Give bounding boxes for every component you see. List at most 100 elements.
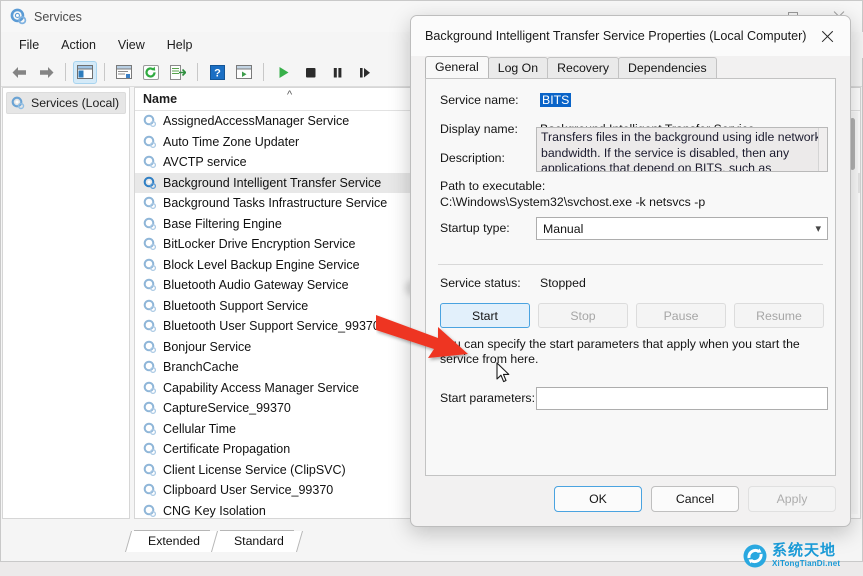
path-value-row: C:\Windows\System32\svchost.exe -k netsv… bbox=[440, 195, 705, 209]
service-gear-icon bbox=[143, 360, 157, 374]
dialog-titlebar: Background Intelligent Transfer Service … bbox=[411, 16, 850, 56]
apply-button: Apply bbox=[748, 486, 836, 512]
export-list-button[interactable] bbox=[166, 61, 190, 84]
stop-service-button[interactable] bbox=[298, 61, 322, 84]
services-window-title: Services bbox=[34, 10, 82, 24]
menu-view[interactable]: View bbox=[108, 35, 155, 55]
service-gear-icon bbox=[143, 463, 157, 477]
service-name-cell: CNG Key Isolation bbox=[163, 504, 266, 518]
services-gear-icon bbox=[10, 8, 27, 25]
svg-text:?: ? bbox=[214, 67, 221, 79]
service-gear-icon bbox=[143, 381, 157, 395]
service-name-cell: AVCTP service bbox=[163, 155, 247, 169]
service-gear-icon bbox=[143, 422, 157, 436]
service-name-cell: Bluetooth Support Service bbox=[163, 299, 308, 313]
toolbar-separator bbox=[104, 63, 105, 81]
description-scrollbar[interactable] bbox=[818, 128, 827, 171]
pause-button: Pause bbox=[636, 303, 726, 328]
toolbar-separator bbox=[197, 63, 198, 81]
toolbar-separator bbox=[65, 63, 66, 81]
service-gear-icon bbox=[143, 504, 157, 518]
service-gear-icon bbox=[143, 278, 157, 292]
dialog-title: Background Intelligent Transfer Service … bbox=[425, 29, 810, 43]
menu-file[interactable]: File bbox=[9, 35, 49, 55]
dialog-tabstrip: General Log On Recovery Dependencies bbox=[425, 56, 836, 78]
service-name-cell: Bluetooth User Support Service_99370 bbox=[163, 319, 380, 333]
startup-type-select[interactable]: Manual ▾ bbox=[536, 217, 828, 240]
pause-service-button[interactable] bbox=[325, 61, 349, 84]
description-row: Description: bbox=[440, 151, 540, 165]
close-icon bbox=[821, 30, 834, 43]
dialog-close-button[interactable] bbox=[810, 21, 844, 51]
service-name-cell: Background Tasks Infrastructure Service bbox=[163, 196, 387, 210]
service-gear-icon bbox=[143, 176, 157, 190]
service-name-cell: BitLocker Drive Encryption Service bbox=[163, 237, 355, 251]
service-status-row: Service status: Stopped bbox=[440, 276, 586, 290]
tab-extended[interactable]: Extended bbox=[134, 530, 210, 552]
menu-help[interactable]: Help bbox=[157, 35, 203, 55]
show-hide-tree-button[interactable] bbox=[73, 61, 97, 84]
resume-service-button[interactable] bbox=[352, 61, 376, 84]
service-gear-icon bbox=[143, 196, 157, 210]
description-label: Description: bbox=[440, 151, 540, 165]
service-gear-icon bbox=[143, 258, 157, 272]
site-watermark: 系统天地 XiTongTianDi.net bbox=[742, 539, 860, 572]
tab-standard[interactable]: Standard bbox=[220, 530, 294, 552]
display-name-label: Display name: bbox=[440, 122, 540, 136]
service-gear-icon bbox=[143, 319, 157, 333]
service-name-cell: Certificate Propagation bbox=[163, 442, 290, 456]
service-gear-icon bbox=[143, 299, 157, 313]
service-name-cell: Auto Time Zone Updater bbox=[163, 135, 299, 149]
refresh-button[interactable] bbox=[139, 61, 163, 84]
menu-action[interactable]: Action bbox=[51, 35, 106, 55]
tab-dependencies[interactable]: Dependencies bbox=[618, 57, 717, 78]
tab-general[interactable]: General bbox=[425, 56, 489, 78]
service-gear-icon bbox=[143, 135, 157, 149]
service-name-row: Service name: BITS bbox=[440, 93, 571, 107]
resume-button: Resume bbox=[734, 303, 824, 328]
service-properties-dialog: Background Intelligent Transfer Service … bbox=[410, 15, 851, 527]
new-window-button[interactable] bbox=[232, 61, 256, 84]
service-name-cell: Bonjour Service bbox=[163, 340, 251, 354]
tab-log-on[interactable]: Log On bbox=[488, 57, 548, 78]
help-button[interactable]: ? bbox=[205, 61, 229, 84]
sidebar-item-services-local[interactable]: Services (Local) bbox=[6, 92, 126, 114]
start-button[interactable]: Start bbox=[440, 303, 530, 328]
service-gear-icon bbox=[143, 483, 157, 497]
service-name-cell: Background Intelligent Transfer Service bbox=[163, 176, 381, 190]
back-button[interactable] bbox=[7, 61, 31, 84]
service-gear-icon bbox=[143, 340, 157, 354]
tab-recovery[interactable]: Recovery bbox=[547, 57, 619, 78]
start-parameters-label: Start parameters: bbox=[440, 391, 540, 405]
description-textbox[interactable]: Transfers files in the background using … bbox=[536, 127, 828, 172]
start-parameters-row: Start parameters: bbox=[440, 391, 540, 405]
chevron-up-icon: ^ bbox=[287, 89, 292, 101]
service-name-label: Service name: bbox=[440, 93, 540, 107]
service-gear-icon bbox=[143, 217, 157, 231]
chevron-down-icon: ▾ bbox=[815, 222, 821, 235]
cancel-button[interactable]: Cancel bbox=[651, 486, 739, 512]
path-to-executable-value: C:\Windows\System32\svchost.exe -k netsv… bbox=[440, 195, 705, 209]
start-parameters-input[interactable] bbox=[536, 387, 828, 410]
service-name-cell: Client License Service (ClipSVC) bbox=[163, 463, 346, 477]
service-name-value[interactable]: BITS bbox=[540, 93, 571, 107]
watermark-text: 系统天地 XiTongTianDi.net bbox=[772, 543, 840, 568]
stop-button: Stop bbox=[538, 303, 628, 328]
service-name-cell: Capability Access Manager Service bbox=[163, 381, 359, 395]
service-status-label: Service status: bbox=[440, 276, 540, 290]
general-tab-panel: Service name: BITS Display name: Backgro… bbox=[425, 78, 836, 476]
start-parameters-hint: You can specify the start parameters tha… bbox=[440, 337, 815, 367]
service-name-cell: BranchCache bbox=[163, 360, 239, 374]
screen-root: Services File Action View Help bbox=[0, 0, 863, 576]
forward-button[interactable] bbox=[34, 61, 58, 84]
properties-button[interactable] bbox=[112, 61, 136, 84]
startup-type-value: Manual bbox=[543, 222, 583, 236]
ok-button[interactable]: OK bbox=[554, 486, 642, 512]
startup-type-row: Startup type: bbox=[440, 221, 540, 235]
section-divider bbox=[438, 264, 823, 265]
sidebar-item-label: Services (Local) bbox=[31, 96, 119, 110]
start-service-button[interactable] bbox=[271, 61, 295, 84]
path-label-row: Path to executable: bbox=[440, 179, 545, 193]
service-gear-icon bbox=[143, 237, 157, 251]
service-status-value: Stopped bbox=[540, 276, 586, 290]
